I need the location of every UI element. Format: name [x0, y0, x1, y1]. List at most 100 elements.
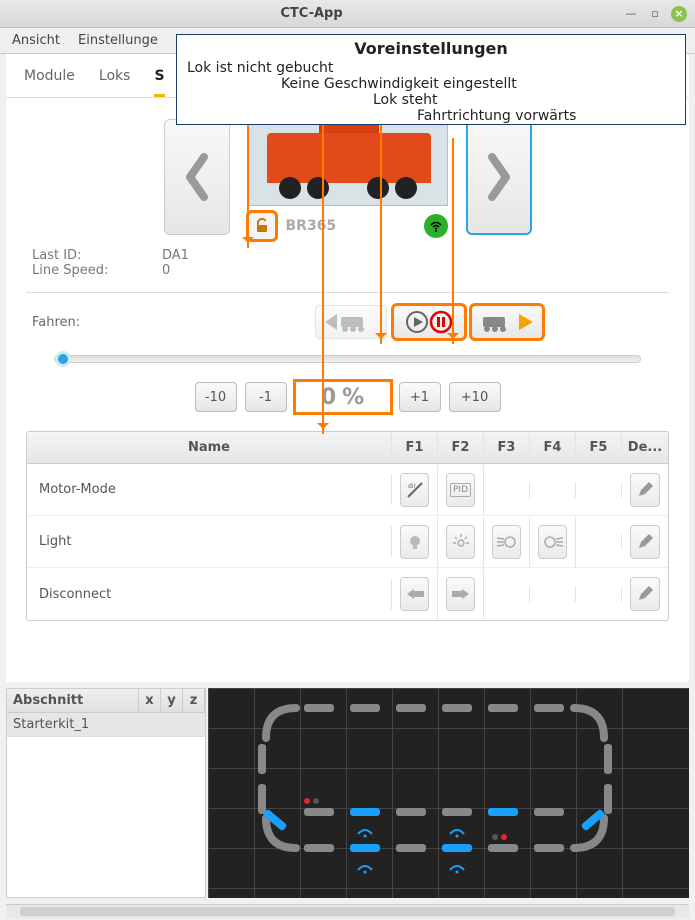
- track-canvas[interactable]: [208, 688, 689, 898]
- svg-text:dir: dir: [408, 483, 416, 490]
- last-id-value: DA1: [162, 248, 189, 263]
- window-close-button[interactable]: ×: [671, 6, 687, 22]
- col-name: Name: [27, 432, 392, 463]
- section-col-y: y: [161, 689, 183, 712]
- callout-arrow-2: [322, 106, 324, 434]
- menu-settings[interactable]: Einstellunge: [78, 33, 158, 48]
- disconnect-f1-button[interactable]: [400, 577, 429, 611]
- edit-row-1-button[interactable]: [630, 473, 660, 507]
- section-row-name: Starterkit_1: [7, 713, 205, 736]
- loco-name-label: BR365: [286, 218, 337, 234]
- col-f3: F3: [484, 432, 530, 463]
- window-titlebar: CTC-App — ▫ ×: [0, 0, 695, 28]
- light-f4-button[interactable]: [538, 525, 567, 559]
- track-sensor-icon: [448, 860, 466, 874]
- tab-active[interactable]: S: [154, 68, 164, 97]
- col-f5: F5: [576, 432, 622, 463]
- beam-right-icon: [542, 534, 564, 550]
- callout-arrow-4: [452, 138, 454, 344]
- preset-callout-title: Voreinstellungen: [177, 35, 685, 60]
- edit-row-3-button[interactable]: [630, 577, 660, 611]
- preset-callout-line-1: Lok ist nicht gebucht: [177, 60, 685, 76]
- col-f2: F2: [438, 432, 484, 463]
- speed-minus-10-button[interactable]: -10: [195, 382, 237, 412]
- prev-loco-button[interactable]: [164, 119, 230, 235]
- speed-stepper: -10 -1 0 % +1 +10: [6, 381, 689, 413]
- function-table: Name F1 F2 F3 F4 F5 De... Motor-Mode dir…: [26, 431, 669, 621]
- divider: [26, 292, 669, 293]
- section-col-z: z: [183, 689, 205, 712]
- track-sensor-icon: [448, 824, 466, 838]
- edit-row-2-button[interactable]: [630, 525, 660, 559]
- row-name: Disconnect: [27, 579, 392, 610]
- tab-loks[interactable]: Loks: [99, 68, 131, 97]
- arrow-reverse-loco-icon: [323, 311, 379, 333]
- speed-unit: %: [342, 385, 364, 410]
- preset-callout-line-2: Keine Geschwindigkeit eingestellt: [177, 76, 685, 92]
- motor-mode-f1-button[interactable]: dir: [400, 473, 429, 507]
- motor-mode-f2-button[interactable]: PID: [446, 473, 475, 507]
- pencil-icon: [636, 533, 654, 551]
- dir-toggle-icon: dir: [405, 480, 425, 500]
- wifi-status-icon: [424, 214, 448, 238]
- loco-arrow-forward-icon: [479, 311, 535, 333]
- section-col-name: Abschnitt: [7, 689, 139, 712]
- table-row: Light: [27, 516, 668, 568]
- lock-button[interactable]: [248, 212, 276, 240]
- track-curve-bl: [256, 810, 304, 858]
- decouple-left-icon: [405, 586, 425, 602]
- line-speed-key: Line Speed:: [32, 263, 122, 278]
- menu-view[interactable]: Ansicht: [12, 33, 60, 48]
- drive-row: Fahren:: [6, 299, 689, 345]
- speed-minus-1-button[interactable]: -1: [245, 382, 287, 412]
- pencil-icon: [636, 585, 654, 603]
- next-loco-button[interactable]: [466, 119, 532, 235]
- window-maximize-button[interactable]: ▫: [647, 6, 663, 22]
- unlock-icon: [254, 218, 270, 234]
- speed-slider[interactable]: [54, 355, 641, 363]
- section-table: Abschnitt x y z Starterkit_1: [6, 688, 206, 898]
- track-sensor-icon: [356, 860, 374, 874]
- section-table-header: Abschnitt x y z: [7, 689, 205, 713]
- bulb-rays-icon: [451, 533, 471, 551]
- row-name: Motor-Mode: [27, 474, 392, 505]
- speed-plus-1-button[interactable]: +1: [399, 382, 441, 412]
- horizontal-scrollbar[interactable]: [6, 904, 689, 918]
- preset-callout-line-3: Lok steht: [177, 92, 685, 108]
- bottom-split: Abschnitt x y z Starterkit_1: [6, 688, 689, 898]
- col-f4: F4: [530, 432, 576, 463]
- speed-slider-thumb[interactable]: [58, 354, 68, 364]
- last-id-key: Last ID:: [32, 248, 122, 263]
- track-curve-tl: [256, 698, 304, 746]
- bulb-icon: [406, 533, 424, 551]
- loco-card: BR365: [248, 114, 448, 240]
- tab-module[interactable]: Module: [24, 68, 75, 97]
- loco-hero-row: BR365: [6, 114, 689, 240]
- row-name: Light: [27, 526, 392, 557]
- beam-left-icon: [496, 534, 518, 550]
- light-f3-button[interactable]: [492, 525, 521, 559]
- light-f2-button[interactable]: [446, 525, 475, 559]
- table-row: Disconnect: [27, 568, 668, 620]
- window-minimize-button[interactable]: —: [623, 6, 639, 22]
- loco-image: [248, 114, 448, 206]
- chevron-left-icon: [182, 152, 212, 202]
- track-sensor-icon: [356, 824, 374, 838]
- speed-plus-10-button[interactable]: +10: [449, 382, 501, 412]
- light-f1-button[interactable]: [400, 525, 429, 559]
- decouple-right-icon: [451, 586, 471, 602]
- pencil-icon: [636, 481, 654, 499]
- line-speed-value: 0: [162, 263, 170, 278]
- speed-display: 0 %: [295, 381, 391, 413]
- section-row[interactable]: Starterkit_1: [7, 713, 205, 737]
- section-col-x: x: [139, 689, 161, 712]
- direction-forward-button[interactable]: [471, 305, 543, 339]
- disconnect-f2-button[interactable]: [446, 577, 475, 611]
- play-icon: [405, 310, 429, 334]
- track-curve-tr: [566, 698, 614, 746]
- col-edit: De...: [622, 432, 668, 463]
- col-f1: F1: [392, 432, 438, 463]
- preset-callout-line-4: Fahrtrichtung vorwärts: [177, 108, 685, 124]
- preset-callout-box: Voreinstellungen Lok ist nicht gebucht K…: [176, 34, 686, 125]
- loco-info: Last ID: DA1 Line Speed: 0: [6, 240, 689, 286]
